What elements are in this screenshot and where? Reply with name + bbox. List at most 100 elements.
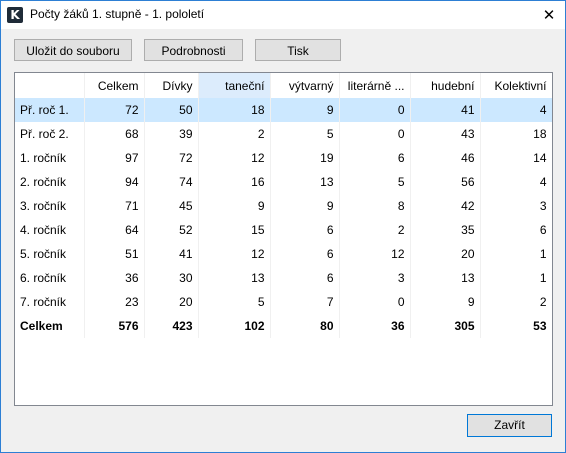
column-header-tanecni[interactable]: taneční <box>198 73 271 98</box>
table-cell: 35 <box>410 218 481 242</box>
table-cell: 64 <box>84 218 145 242</box>
app-icon: K <box>7 7 23 23</box>
table-cell: 5 <box>198 290 271 314</box>
header-row: Celkem Dívky taneční výtvarný literárně … <box>15 73 552 98</box>
table-row[interactable]: 1. ročník 97 72 12 19 6 46 14 <box>15 146 552 170</box>
table-cell: 3 <box>339 266 411 290</box>
table-cell: 50 <box>144 98 199 122</box>
total-cell: 305 <box>410 314 481 338</box>
table-cell: 94 <box>84 170 145 194</box>
table-cell: 2 <box>198 122 271 146</box>
table-cell: 23 <box>84 290 145 314</box>
total-cell: 576 <box>84 314 145 338</box>
table-cell: 39 <box>144 122 199 146</box>
total-cell: 53 <box>480 314 552 338</box>
table-cell: 14 <box>480 146 552 170</box>
table-cell: 13 <box>410 266 481 290</box>
row-label: Př. roč 1. <box>15 98 85 122</box>
table-cell: 43 <box>410 122 481 146</box>
table-cell: 15 <box>198 218 271 242</box>
data-grid[interactable]: Celkem Dívky taneční výtvarný literárně … <box>14 72 553 406</box>
total-cell: 80 <box>270 314 340 338</box>
table-cell: 9 <box>198 194 271 218</box>
table-cell: 20 <box>144 290 199 314</box>
table-cell: 6 <box>270 218 340 242</box>
table-cell: 4 <box>480 170 552 194</box>
table-cell: 1 <box>480 266 552 290</box>
students-table: Celkem Dívky taneční výtvarný literárně … <box>15 73 552 338</box>
details-button[interactable]: Podrobnosti <box>144 39 243 61</box>
row-label: 1. ročník <box>15 146 85 170</box>
table-cell: 7 <box>270 290 340 314</box>
row-label: 5. ročník <box>15 242 85 266</box>
window-title: Počty žáků 1. stupně - 1. pololetí <box>30 7 205 21</box>
table-cell: 0 <box>339 290 411 314</box>
column-header-vytvarny[interactable]: výtvarný <box>270 73 340 98</box>
table-cell: 56 <box>410 170 481 194</box>
table-cell: 0 <box>339 98 411 122</box>
table-cell: 6 <box>270 266 340 290</box>
table-cell: 9 <box>270 98 340 122</box>
print-button[interactable]: Tisk <box>255 39 341 61</box>
table-cell: 71 <box>84 194 145 218</box>
table-cell: 41 <box>410 98 481 122</box>
table-cell: 72 <box>144 146 199 170</box>
table-row[interactable]: Př. roč 2. 68 39 2 5 0 43 18 <box>15 122 552 146</box>
table-cell: 18 <box>198 98 271 122</box>
table-cell: 12 <box>339 242 411 266</box>
table-cell: 51 <box>84 242 145 266</box>
table-cell: 5 <box>339 170 411 194</box>
table-cell: 6 <box>480 218 552 242</box>
row-label: 6. ročník <box>15 266 85 290</box>
table-cell: 13 <box>270 170 340 194</box>
table-cell: 13 <box>198 266 271 290</box>
table-cell: 2 <box>339 218 411 242</box>
table-cell: 9 <box>410 290 481 314</box>
table-cell: 1 <box>480 242 552 266</box>
table-cell: 5 <box>270 122 340 146</box>
table-cell: 12 <box>198 242 271 266</box>
total-cell: 423 <box>144 314 199 338</box>
table-cell: 52 <box>144 218 199 242</box>
table-cell: 45 <box>144 194 199 218</box>
table-cell: 74 <box>144 170 199 194</box>
table-row[interactable]: 5. ročník 51 41 12 6 12 20 1 <box>15 242 552 266</box>
table-cell: 36 <box>84 266 145 290</box>
column-header-divky[interactable]: Dívky <box>144 73 199 98</box>
row-label: Př. roč 2. <box>15 122 85 146</box>
total-cell: 36 <box>339 314 411 338</box>
table-cell: 8 <box>339 194 411 218</box>
table-cell: 9 <box>270 194 340 218</box>
table-row[interactable]: 6. ročník 36 30 13 6 3 13 1 <box>15 266 552 290</box>
table-cell: 30 <box>144 266 199 290</box>
table-cell: 72 <box>84 98 145 122</box>
column-header[interactable] <box>15 73 85 98</box>
column-header-kolektivni[interactable]: Kolektivní <box>480 73 552 98</box>
total-row[interactable]: Celkem 576 423 102 80 36 305 53 <box>15 314 552 338</box>
table-row[interactable]: 7. ročník 23 20 5 7 0 9 2 <box>15 290 552 314</box>
table-cell: 0 <box>339 122 411 146</box>
table-row[interactable]: Př. roč 1. 72 50 18 9 0 41 4 <box>15 98 552 122</box>
row-label: 3. ročník <box>15 194 85 218</box>
table-cell: 19 <box>270 146 340 170</box>
column-header-celkem[interactable]: Celkem <box>84 73 145 98</box>
save-to-file-button[interactable]: Uložit do souboru <box>14 39 132 61</box>
table-row[interactable]: 4. ročník 64 52 15 6 2 35 6 <box>15 218 552 242</box>
dialog-window: K Počty žáků 1. stupně - 1. pololetí ✕ U… <box>0 0 566 453</box>
table-cell: 97 <box>84 146 145 170</box>
title-bar[interactable]: K Počty žáků 1. stupně - 1. pololetí ✕ <box>1 1 565 29</box>
table-row[interactable]: 3. ročník 71 45 9 9 8 42 3 <box>15 194 552 218</box>
table-cell: 16 <box>198 170 271 194</box>
table-cell: 6 <box>270 242 340 266</box>
table-cell: 12 <box>198 146 271 170</box>
total-label: Celkem <box>15 314 85 338</box>
close-icon[interactable]: ✕ <box>533 1 565 29</box>
table-cell: 18 <box>480 122 552 146</box>
table-cell: 42 <box>410 194 481 218</box>
column-header-hudebni[interactable]: hudební <box>410 73 481 98</box>
close-dialog-button[interactable]: Zavřít <box>467 414 552 437</box>
table-cell: 41 <box>144 242 199 266</box>
table-row[interactable]: 2. ročník 94 74 16 13 5 56 4 <box>15 170 552 194</box>
table-cell: 20 <box>410 242 481 266</box>
column-header-literarne[interactable]: literárně ... <box>339 73 411 98</box>
